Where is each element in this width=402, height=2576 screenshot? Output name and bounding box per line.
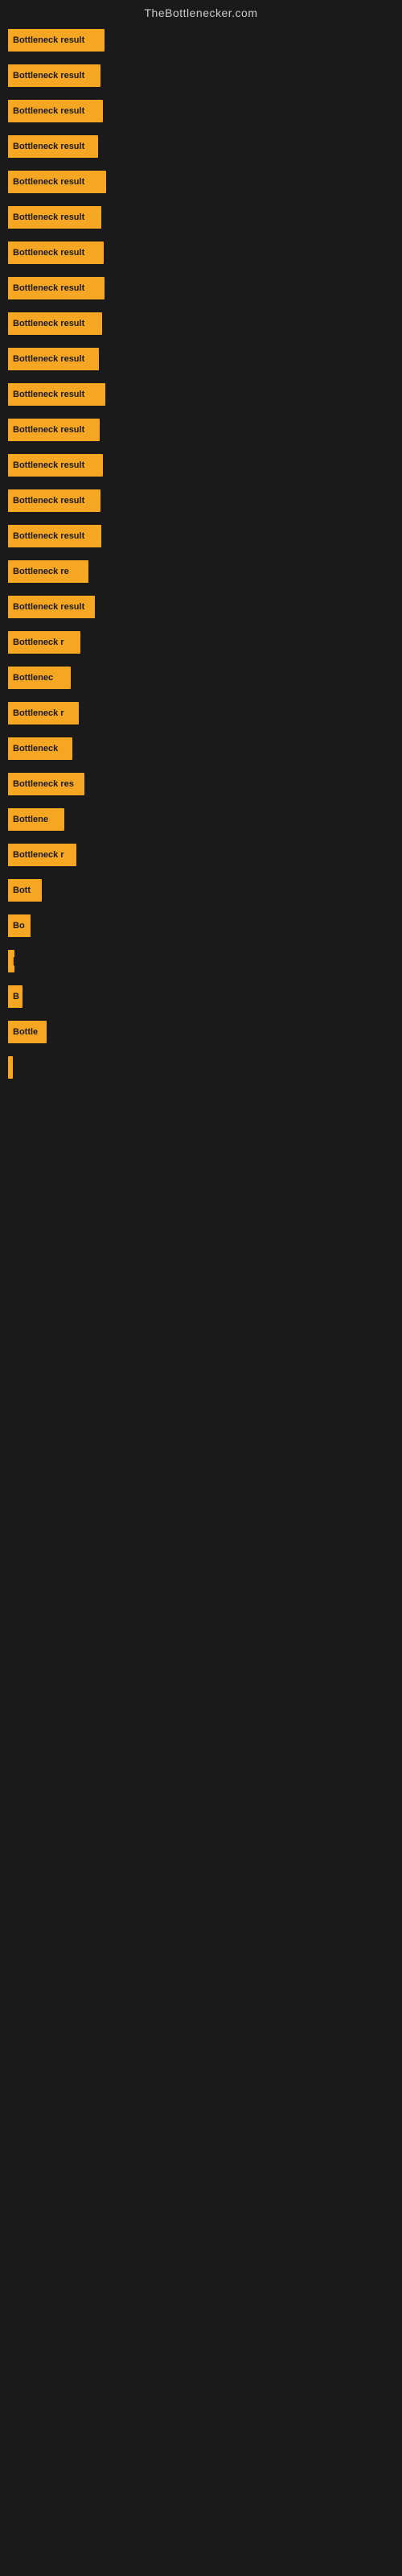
bottleneck-bar: Bottleneck result — [8, 242, 104, 264]
bar-row: Bottleneck result — [8, 483, 394, 518]
bar-row: Bottleneck r — [8, 696, 394, 731]
bottleneck-bar: Bottleneck result — [8, 29, 105, 52]
bar-row: | — [8, 1050, 394, 1085]
bar-row: Bottlene — [8, 802, 394, 837]
bar-row: B — [8, 979, 394, 1014]
bottleneck-bar: Bottleneck result — [8, 489, 100, 512]
bar-label: Bottle — [13, 1027, 38, 1037]
bar-label: Bottleneck result — [13, 460, 84, 470]
bar-label: Bottlene — [13, 815, 48, 824]
bar-row: Bo — [8, 908, 394, 943]
bar-label: Bottleneck res — [13, 779, 74, 789]
bar-row: Bottleneck result — [8, 270, 394, 306]
bottleneck-bar: Bottleneck result — [8, 596, 95, 618]
bar-label: Bottleneck result — [13, 213, 84, 222]
bar-label: Bottleneck result — [13, 319, 84, 328]
bottleneck-bar: B — [8, 985, 23, 1008]
bottleneck-bar: | — [8, 1056, 13, 1079]
bar-row: Bottleneck re — [8, 554, 394, 589]
bottleneck-bar: Bottleneck — [8, 737, 72, 760]
bar-row: Bottleneck r — [8, 837, 394, 873]
bar-row: Bottleneck result — [8, 23, 394, 58]
bottleneck-bar: Bottleneck r — [8, 702, 79, 724]
bottleneck-bar: Bottleneck r — [8, 631, 80, 654]
bar-row: Bottleneck — [8, 731, 394, 766]
bar-row: Bottleneck result — [8, 377, 394, 412]
bar-row: Bottleneck result — [8, 129, 394, 164]
bar-label: B — [13, 992, 19, 1001]
bar-row: Bottleneck r — [8, 625, 394, 660]
bottleneck-bar: Bottleneck result — [8, 312, 102, 335]
bar-row: Bottleneck result — [8, 518, 394, 554]
bar-row: Bottleneck result — [8, 341, 394, 377]
bar-label: Bottleneck result — [13, 531, 84, 541]
bottleneck-bar: Bottleneck result — [8, 383, 105, 406]
bar-row: Bott — [8, 873, 394, 908]
bottleneck-bar: Bottleneck result — [8, 171, 106, 193]
bottleneck-bar: Bottleneck result — [8, 525, 101, 547]
bar-label: Bottleneck — [13, 744, 58, 753]
site-title: TheBottlenecker.com — [0, 0, 402, 23]
bar-label: Bottleneck r — [13, 708, 64, 718]
bar-row: Bottlenec — [8, 660, 394, 696]
bar-label: Bottleneck r — [13, 638, 64, 647]
bar-row: Bottleneck result — [8, 235, 394, 270]
bottleneck-bar: Bottleneck res — [8, 773, 84, 795]
bottleneck-bar: Bottleneck result — [8, 100, 103, 122]
bar-label: Bo — [13, 921, 25, 931]
bar-label: Bottleneck re — [13, 567, 69, 576]
bar-row: Bottleneck result — [8, 58, 394, 93]
bar-label: Bottleneck result — [13, 142, 84, 151]
bar-label: Bottleneck result — [13, 106, 84, 116]
bottleneck-bar: | — [8, 950, 14, 972]
bottleneck-bar: Bottleneck result — [8, 206, 101, 229]
bottleneck-bar: Bott — [8, 879, 42, 902]
bottleneck-bar: Bottleneck result — [8, 64, 100, 87]
bar-label: Bottleneck result — [13, 35, 84, 45]
chart-area: Bottleneck result Bottleneck result Bottle… — [0, 23, 402, 1085]
bar-label: Bott — [13, 886, 31, 895]
bottleneck-bar: Bottleneck result — [8, 419, 100, 441]
bottleneck-bar: Bottleneck re — [8, 560, 88, 583]
bottleneck-bar: Bottleneck result — [8, 454, 103, 477]
bottleneck-bar: Bottleneck result — [8, 277, 105, 299]
bar-label: | — [13, 956, 14, 966]
bar-row: Bottleneck result — [8, 200, 394, 235]
bar-row: | — [8, 943, 394, 979]
bar-label: Bottleneck result — [13, 496, 84, 506]
bar-row: Bottleneck result — [8, 93, 394, 129]
bottleneck-bar: Bottle — [8, 1021, 47, 1043]
bar-row: Bottleneck result — [8, 164, 394, 200]
bar-row: Bottleneck result — [8, 412, 394, 448]
bar-label: Bottleneck result — [13, 248, 84, 258]
bar-label: Bottleneck result — [13, 390, 84, 399]
bar-label: Bottleneck result — [13, 354, 84, 364]
bar-label: Bottleneck result — [13, 283, 84, 293]
bottleneck-bar: Bottleneck result — [8, 135, 98, 158]
bar-row: Bottleneck result — [8, 589, 394, 625]
bottleneck-bar: Bottlenec — [8, 667, 71, 689]
bottleneck-bar: Bo — [8, 914, 31, 937]
bar-label: Bottleneck result — [13, 602, 84, 612]
bar-label: Bottleneck result — [13, 71, 84, 80]
bar-label: Bottleneck result — [13, 177, 84, 187]
bar-label: Bottleneck result — [13, 425, 84, 435]
bar-row: Bottleneck res — [8, 766, 394, 802]
bar-row: Bottleneck result — [8, 306, 394, 341]
bar-label: Bottleneck r — [13, 850, 64, 860]
bottleneck-bar: Bottleneck r — [8, 844, 76, 866]
bottleneck-bar: Bottlene — [8, 808, 64, 831]
bar-label: Bottlenec — [13, 673, 53, 683]
bar-row: Bottle — [8, 1014, 394, 1050]
bar-row: Bottleneck result — [8, 448, 394, 483]
bottleneck-bar: Bottleneck result — [8, 348, 99, 370]
